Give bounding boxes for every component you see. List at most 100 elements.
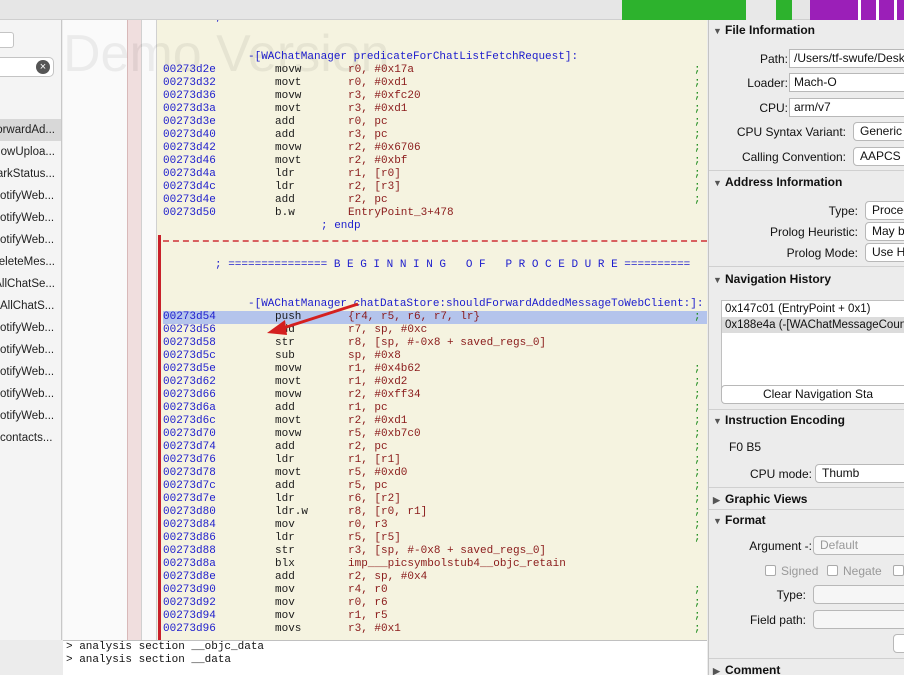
instruction-line[interactable]: 00273d40 add r3, pc; (163, 129, 707, 142)
instruction-line[interactable]: 00273d94 mov r1, r5; (163, 610, 707, 623)
instruction-line[interactable]: 00273d5c sub sp, #0x8 (163, 350, 707, 363)
instruction-line[interactable]: 00273d8a blx imp___picsymbolstub4__objc_re… (163, 558, 707, 571)
disclosure-closed-icon[interactable]: ▶ (713, 666, 725, 675)
symbol-list-item[interactable]: otifyWeb... (0, 229, 61, 251)
format-header[interactable]: ▼ Format (713, 513, 766, 527)
endp-line[interactable]: ; endp (163, 220, 707, 233)
disclosure-open-icon[interactable]: ▼ (713, 178, 725, 188)
calling-convention-select[interactable]: AAPCS (853, 147, 904, 166)
procedure-banner[interactable]: ; =============== B E G I N N I N G O F … (163, 259, 707, 272)
argument-select[interactable]: Default (813, 536, 904, 555)
instruction-line[interactable]: 00273d5e movw r1, #0x4b62; (163, 363, 707, 376)
disclosure-closed-icon[interactable]: ▶ (713, 495, 725, 506)
disclosure-open-icon[interactable]: ▼ (713, 516, 725, 526)
clear-navigation-button[interactable]: Clear Navigation Sta (721, 385, 904, 404)
console-log[interactable]: > analysis section __objc_data > analysis… (63, 640, 707, 675)
nav-history-list[interactable]: 0x147c01 (EntryPoint + 0x1) 0x188e4a (-[… (721, 300, 904, 398)
checkbox-box[interactable] (893, 565, 904, 576)
disassembly-view[interactable]: Demo Version ; =============== B E G I N… (63, 20, 707, 640)
instruction-line[interactable]: 00273d92 mov r0, r6; (163, 597, 707, 610)
sidebar-field[interactable] (0, 32, 14, 48)
disclosure-open-icon[interactable]: ▼ (713, 275, 725, 285)
instruction-line[interactable]: 00273d6a add r1, pc; (163, 402, 707, 415)
selected-instruction-line[interactable]: 00273d54 push {r4, r5, r6, r7, lr}; (163, 311, 707, 324)
instruction-line[interactable]: 00273d70 movw r5, #0xb7c0; (163, 428, 707, 441)
nav-history-entry[interactable]: 0x147c01 (EntryPoint + 0x1) (722, 301, 904, 317)
instruction-line[interactable]: 00273d66 movw r2, #0xff34; (163, 389, 707, 402)
nav-history-header[interactable]: ▼ Navigation History (713, 272, 831, 286)
instruction-line[interactable]: 00273d7c add r5, pc; (163, 480, 707, 493)
checkbox-box[interactable] (827, 565, 838, 576)
cpu-field[interactable]: arm/v7 (789, 98, 904, 117)
symbol-list-item[interactable]: AllChatS... (0, 295, 61, 317)
instruction-line[interactable]: 00273d58 str r8, [sp, #-0x8 + saved_regs_0… (163, 337, 707, 350)
instruction-line[interactable]: 00273d36 movw r3, #0xfc20; (163, 90, 707, 103)
extra-checkbox[interactable] (893, 564, 904, 578)
symbol-list-item[interactable]: forwardAd... (0, 119, 61, 141)
instruction-line[interactable]: 00273d4c ldr r2, [r3]; (163, 181, 707, 194)
instruction-line[interactable]: 00273d3e add r0, pc; (163, 116, 707, 129)
prolog-heuristic-select[interactable]: May be (865, 222, 904, 241)
cpu-mode-select[interactable]: Thumb (815, 464, 904, 483)
symbol-list-item[interactable]: otifyWeb... (0, 207, 61, 229)
graphic-views-header[interactable]: ▶ Graphic Views (713, 492, 807, 506)
blank-line[interactable] (163, 25, 707, 38)
instruction-line[interactable]: 00273d88 str r3, [sp, #-0x8 + saved_regs_0… (163, 545, 707, 558)
symbol-list-item[interactable]: otifyWeb... (0, 383, 61, 405)
signed-checkbox[interactable]: Signed (765, 564, 818, 578)
blank-line[interactable] (163, 272, 707, 285)
instruction-line[interactable]: 00273d76 ldr r1, [r1]; (163, 454, 707, 467)
disclosure-open-icon[interactable]: ▼ (713, 416, 725, 426)
symbol-list-item[interactable]: otifyWeb... (0, 361, 61, 383)
instruction-line[interactable]: 00273d50 b.w EntryPoint_3+478 (163, 207, 707, 220)
symbol-search-input[interactable]: × (0, 57, 54, 77)
checkbox-box[interactable] (765, 565, 776, 576)
symbol-list-item[interactable]: arkStatus... (0, 163, 61, 185)
symbol-list-item[interactable]: otifyWeb... (0, 339, 61, 361)
symbol-list-item[interactable]: AllChatSe... (0, 273, 61, 295)
symbol-list-item[interactable]: otifyWeb... (0, 185, 61, 207)
address-info-header[interactable]: ▼ Address Information (713, 175, 842, 189)
instruction-line[interactable]: 00273d86 ldr r5, [r5]; (163, 532, 707, 545)
instruction-line[interactable]: 00273d42 movw r2, #0x6706; (163, 142, 707, 155)
instruction-line[interactable]: 00273d74 add r2, pc; (163, 441, 707, 454)
instruction-line[interactable]: 00273d6c movt r2, #0xd1; (163, 415, 707, 428)
field-path-select[interactable] (813, 610, 904, 629)
instruction-encoding-header[interactable]: ▼ Instruction Encoding (713, 413, 845, 427)
instruction-line[interactable]: 00273d84 mov r0, r3; (163, 519, 707, 532)
comment-header[interactable]: ▶ Comment (713, 663, 780, 675)
function-header[interactable]: -[WAChatManager chatDataStore:shouldForw… (163, 298, 707, 311)
instruction-line[interactable]: 00273d8e add r2, sp, #0x4 (163, 571, 707, 584)
prolog-mode-select[interactable]: Use H (865, 243, 904, 262)
nav-history-entry[interactable]: 0x188e4a (-[WAChatMessageCoun (722, 317, 904, 333)
function-header[interactable]: -[WAChatManager predicateForChatListFetc… (163, 51, 707, 64)
file-info-header[interactable]: ▼ File Information (713, 23, 815, 37)
instruction-line[interactable]: 00273d4e add r2, pc; (163, 194, 707, 207)
symbol-list-item[interactable]: otifyWeb... (0, 405, 61, 427)
instruction-line[interactable]: 00273d80 ldr.w r8, [r0, r1]; (163, 506, 707, 519)
instruction-line[interactable]: 00273d56addr7, sp, #0xc (163, 324, 707, 337)
gutter-breakpoint-column[interactable] (127, 20, 141, 640)
instruction-line[interactable]: 00273d7e ldr r6, [r2]; (163, 493, 707, 506)
clear-search-icon[interactable]: × (36, 60, 50, 74)
instruction-line[interactable]: 00273d96 movs r3, #0x1; (163, 623, 707, 636)
type-select[interactable]: Proced (865, 201, 904, 220)
symbol-list-item[interactable]: DeleteMes... (0, 251, 61, 273)
blank-line[interactable] (163, 246, 707, 259)
instruction-line[interactable]: 00273d78 movt r5, #0xd0; (163, 467, 707, 480)
instruction-line[interactable]: 00273d2e movw r0, #0x17a; (163, 64, 707, 77)
instruction-line[interactable]: 00273d46 movt r2, #0xbf; (163, 155, 707, 168)
path-field[interactable]: /Users/tf-swufe/Desk (789, 49, 904, 68)
loader-field[interactable]: Mach-O (789, 73, 904, 92)
instruction-line[interactable]: 00273d62 movt r1, #0xd2; (163, 376, 707, 389)
instruction-line[interactable]: 00273d3a movt r3, #0xd1; (163, 103, 707, 116)
symbol-list-item[interactable]: llowUploa... (0, 141, 61, 163)
blank-line[interactable] (163, 38, 707, 51)
syntax-variant-select[interactable]: Generic (853, 122, 904, 141)
blank-line[interactable] (163, 285, 707, 298)
symbol-list-item[interactable]: otifyWeb... (0, 317, 61, 339)
instruction-line[interactable]: 00273d32 movt r0, #0xd1; (163, 77, 707, 90)
instruction-line[interactable]: 00273d90 mov r4, r0; (163, 584, 707, 597)
disclosure-open-icon[interactable]: ▼ (713, 26, 725, 36)
negate-checkbox[interactable]: Negate (827, 564, 882, 578)
